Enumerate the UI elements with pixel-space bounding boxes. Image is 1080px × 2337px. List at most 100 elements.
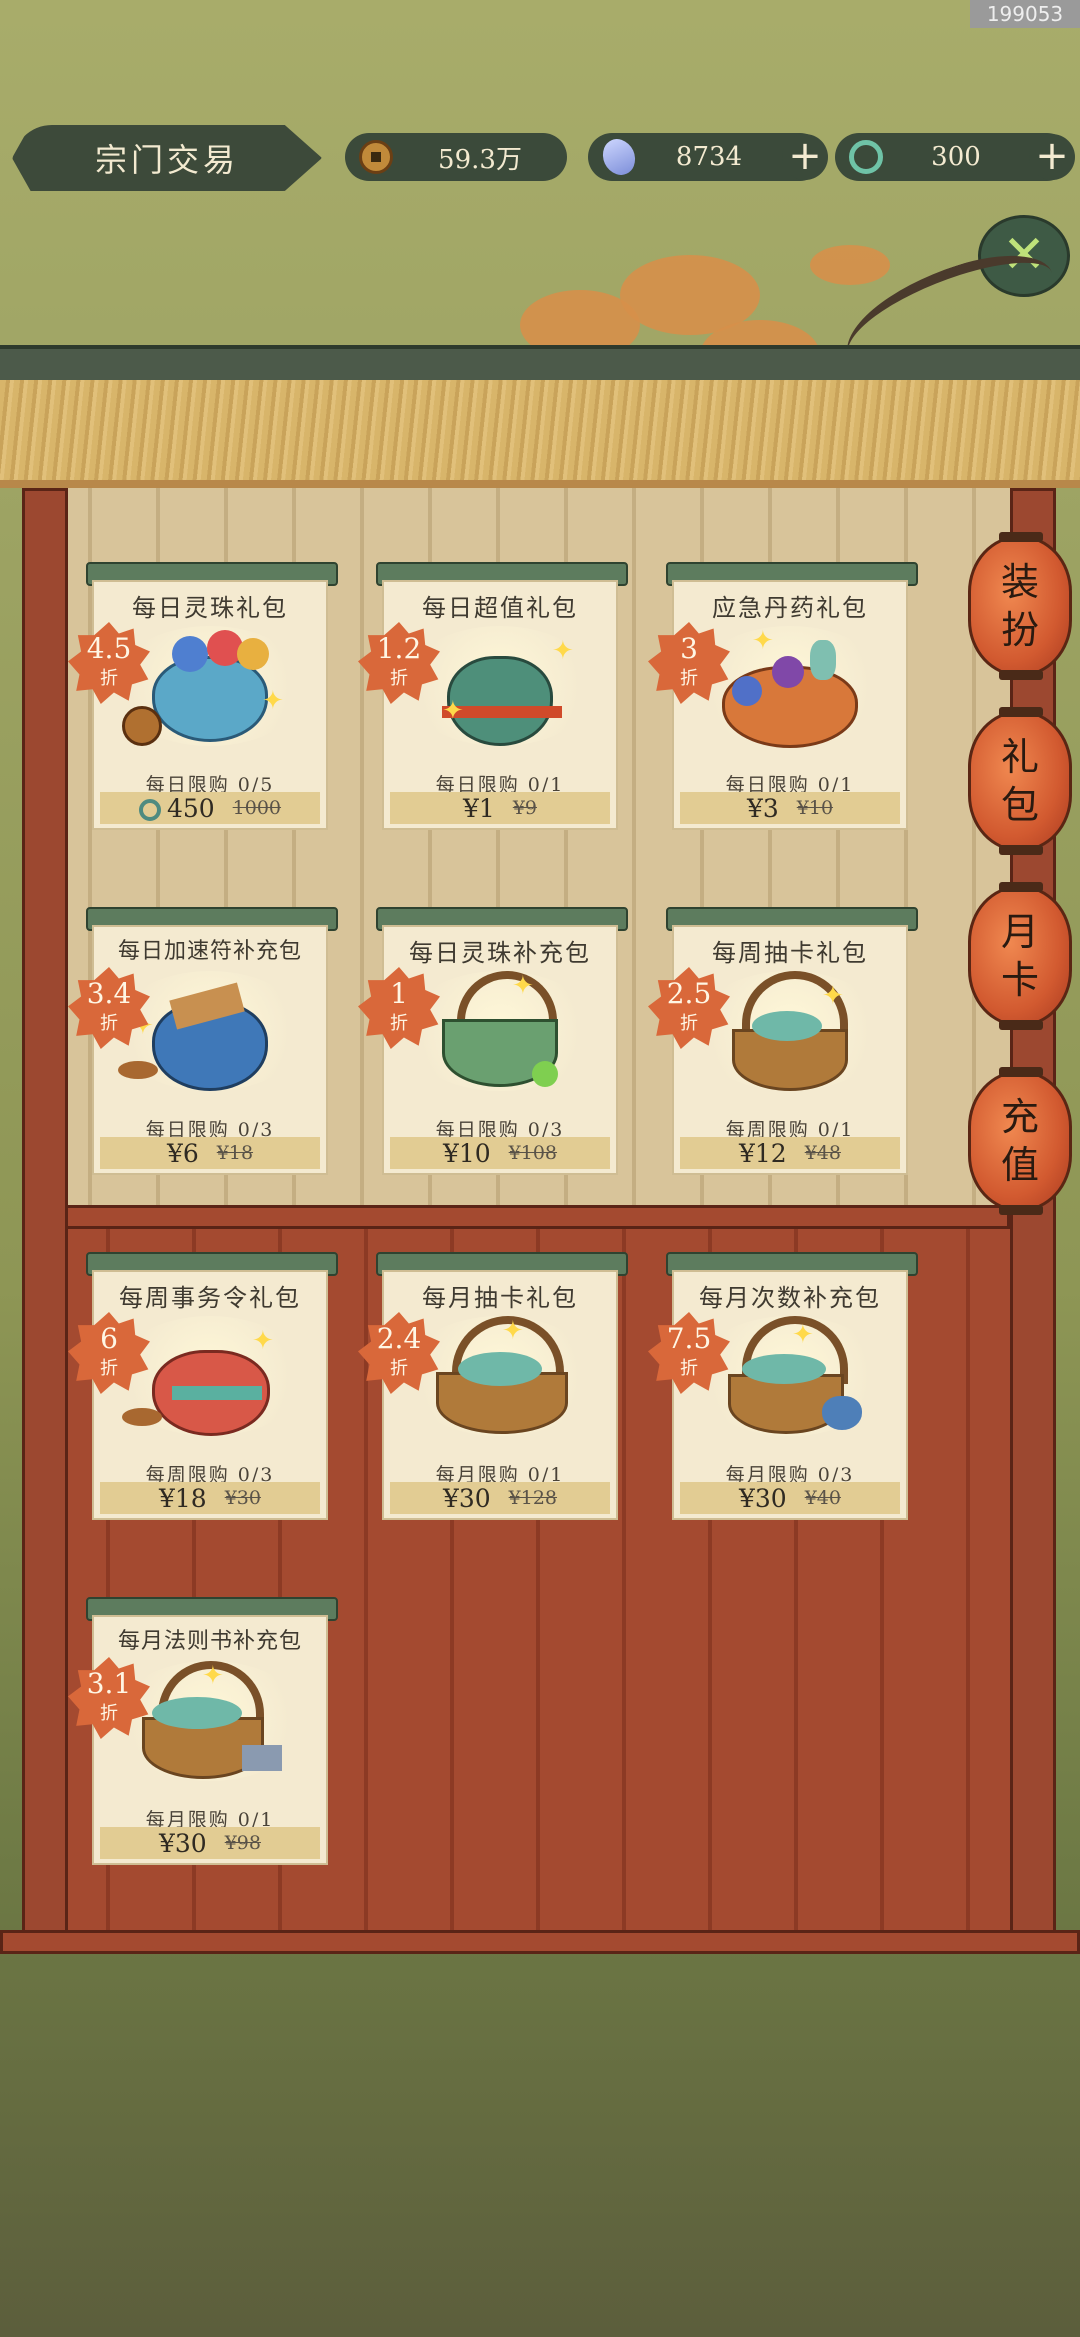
current-price: ¥6 xyxy=(166,1138,199,1168)
pill-icon xyxy=(772,656,804,688)
pack-name: 应急丹药礼包 xyxy=(712,594,868,622)
tab-costume[interactable]: 装 扮 xyxy=(968,532,1072,680)
original-price: ¥9 xyxy=(512,797,537,819)
price-bar[interactable]: ¥30 ¥128 xyxy=(390,1482,610,1514)
current-price: ¥30 xyxy=(442,1483,491,1513)
pack-illustration: ✦ xyxy=(112,626,308,746)
spirit-orb-icon xyxy=(237,638,269,670)
sparkle-icon: ✦ xyxy=(502,1316,524,1346)
current-price: ¥18 xyxy=(159,1483,207,1513)
pill-icon xyxy=(732,676,762,706)
current-price: ¥30 xyxy=(159,1828,207,1858)
original-price: ¥128 xyxy=(508,1487,558,1509)
sparkle-icon: ✦ xyxy=(512,971,534,1001)
gift-pack-card[interactable]: 每周事务令礼包 ✦ 每周限购 0/3 ¥18 ¥30 6 折 xyxy=(68,1252,338,1520)
original-price: ¥98 xyxy=(224,1832,261,1854)
gift-pack-card[interactable]: 每月抽卡礼包 ✦ 每月限购 0/1 ¥30 ¥128 2.4 折 xyxy=(358,1252,628,1520)
jade-amount: 8734 xyxy=(675,142,743,172)
tab-recharge-label: 值 xyxy=(1000,1143,1039,1187)
pack-illustration: ✦ xyxy=(112,1316,308,1436)
gift-pack-card[interactable]: 每日超值礼包 ✦ ✦ 每日限购 0/1 ¥1 ¥9 1.2 折 xyxy=(358,562,628,830)
price-bar[interactable]: ¥6 ¥18 xyxy=(100,1137,320,1169)
gift-pack-card[interactable]: 每日灵珠补充包 ✦ 每日限购 0/3 ¥10 ¥108 1 折 xyxy=(358,907,628,1175)
gift-pack-card[interactable]: 每日加速符补充包 ✦ 每日限购 0/3 ¥6 ¥18 3.4 折 xyxy=(68,907,338,1175)
floor-beam xyxy=(0,1930,1080,1954)
sparkle-icon: ✦ xyxy=(752,626,774,656)
original-price: ¥30 xyxy=(224,1487,261,1509)
copper-amount: 59.3万 xyxy=(438,144,522,175)
gift-pack-card[interactable]: 每月次数补充包 ✦ 每月限购 0/3 ¥30 ¥40 7.5 折 xyxy=(648,1252,918,1520)
cards-icon xyxy=(752,1011,822,1041)
page-title: 宗门交易 xyxy=(12,125,322,191)
pack-illustration: ✦ xyxy=(402,1316,598,1436)
price-bar[interactable]: ¥30 ¥40 xyxy=(680,1482,900,1514)
coin-stack-icon xyxy=(122,1408,162,1426)
original-price: 1000 xyxy=(232,797,282,819)
spirit-amount: 300 xyxy=(931,142,981,172)
jade-gem-icon xyxy=(597,135,641,179)
pack-illustration: ✦ xyxy=(402,971,598,1091)
coin-stack-icon xyxy=(118,1061,158,1079)
left-pillar xyxy=(22,488,68,1944)
sparkle-icon: ✦ xyxy=(252,1326,274,1356)
gift-pack-card[interactable]: 每日灵珠礼包 ✦ 每日限购 0/5 450 1000 4.5 折 xyxy=(68,562,338,830)
copper-coin-icon xyxy=(359,140,393,174)
books-icon xyxy=(152,1697,242,1729)
sparkle-icon: ✦ xyxy=(552,636,574,666)
tab-gift-pack[interactable]: 礼 包 xyxy=(968,707,1072,855)
tree-leaves-decoration xyxy=(810,245,890,285)
add-spirit-button[interactable]: + xyxy=(1029,134,1075,180)
price-bar[interactable]: ¥1 ¥9 xyxy=(390,792,610,824)
pack-illustration: ✦ xyxy=(692,971,888,1091)
book-icon xyxy=(242,1745,282,1771)
original-price: ¥10 xyxy=(796,797,834,819)
pack-name: 每月次数补充包 xyxy=(699,1284,881,1312)
pack-name: 每日灵珠补充包 xyxy=(409,939,591,967)
sparkle-icon: ✦ xyxy=(822,981,844,1011)
gift-pack-card[interactable]: 应急丹药礼包 ✦ 每日限购 0/1 ¥3 ¥10 3 折 xyxy=(648,562,918,830)
copper-resource: 59.3万 xyxy=(345,133,567,181)
gift-pack-card[interactable]: 每月法则书补充包 ✦ 每月限购 0/1 ¥30 ¥98 3.1 折 xyxy=(68,1597,338,1865)
tab-recharge-label: 充 xyxy=(1000,1095,1039,1139)
sparkle-icon: ✦ xyxy=(792,1320,814,1350)
pack-illustration: ✦ xyxy=(112,971,308,1091)
current-price: ¥3 xyxy=(746,793,779,823)
ribbon-icon xyxy=(172,1386,262,1400)
add-jade-button[interactable]: + xyxy=(782,134,828,180)
sparkle-icon: ✦ xyxy=(442,696,464,726)
watermark-id: 199053 xyxy=(970,0,1080,28)
spirit-orb-icon xyxy=(172,636,208,672)
price-bar[interactable]: ¥30 ¥98 xyxy=(100,1827,320,1859)
current-price: ¥10 xyxy=(442,1138,491,1168)
pack-name: 每周事务令礼包 xyxy=(119,1284,301,1312)
price-bar[interactable]: ¥18 ¥30 xyxy=(100,1482,320,1514)
scrolls-icon xyxy=(742,1354,826,1384)
tab-monthly-card-label: 月 xyxy=(1000,910,1039,954)
middle-rail xyxy=(24,1205,1010,1229)
spirit-ring-icon xyxy=(849,140,883,174)
pack-name: 每日灵珠礼包 xyxy=(132,594,288,622)
pack-illustration: ✦ ✦ xyxy=(402,626,598,746)
gift-pack-card[interactable]: 每周抽卡礼包 ✦ 每周限购 0/1 ¥12 ¥48 2.5 折 xyxy=(648,907,918,1175)
coin-icon xyxy=(122,706,162,746)
current-price: ¥12 xyxy=(739,1138,787,1168)
original-price: ¥108 xyxy=(508,1142,558,1164)
pack-name: 每日超值礼包 xyxy=(422,594,578,622)
pack-illustration: ✦ xyxy=(692,1316,888,1436)
tab-costume-label: 装 xyxy=(1000,560,1039,604)
price-bar[interactable]: ¥10 ¥108 xyxy=(390,1137,610,1169)
price-bar[interactable]: ¥3 ¥10 xyxy=(680,792,900,824)
original-price: ¥40 xyxy=(804,1487,841,1509)
tab-gift-pack-label: 包 xyxy=(1000,783,1039,827)
tab-monthly-card[interactable]: 月 卡 xyxy=(968,882,1072,1030)
price-bar[interactable]: ¥12 ¥48 xyxy=(680,1137,900,1169)
sparkle-icon: ✦ xyxy=(262,686,284,716)
spirit-orb-icon xyxy=(532,1061,558,1087)
pouch-icon xyxy=(822,1396,862,1430)
spirit-resource: 300 + xyxy=(835,133,1075,181)
tab-monthly-card-label: 卡 xyxy=(1000,958,1039,1002)
price-bar[interactable]: 450 1000 xyxy=(100,792,320,824)
current-price: ¥1 xyxy=(463,793,495,823)
tab-recharge[interactable]: 充 值 xyxy=(968,1067,1072,1215)
tab-costume-label: 扮 xyxy=(1000,608,1039,652)
